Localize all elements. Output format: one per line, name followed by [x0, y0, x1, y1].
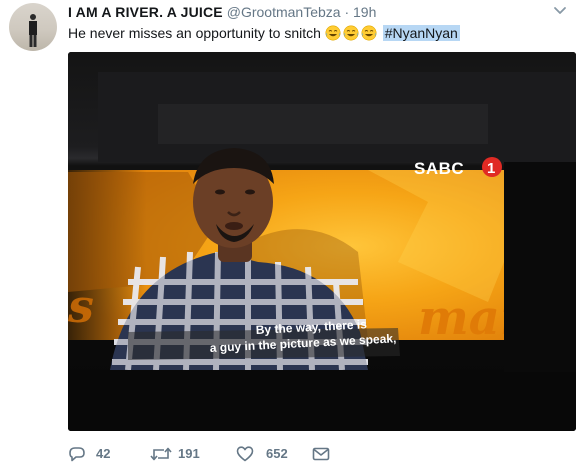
heart-icon	[236, 446, 254, 462]
svg-text:s: s	[68, 279, 94, 333]
tweet-photo[interactable]: s man SABC 1 By the way, there is a guy …	[68, 52, 576, 431]
chevron-down-icon[interactable]	[553, 6, 567, 16]
like-count: 652	[266, 446, 288, 461]
laughing-tears-emoji-icon	[361, 25, 377, 41]
header-separator: ·	[344, 4, 350, 20]
tweet-header: I AM A RIVER. A JUICE @GrootmanTebza · 1…	[68, 2, 376, 22]
avatar-person-figure	[29, 14, 37, 47]
retweet-count: 191	[178, 446, 200, 461]
author-handle[interactable]: @GrootmanTebza	[227, 4, 341, 20]
reply-count: 42	[96, 446, 111, 461]
tweet-timestamp[interactable]: 19h	[353, 4, 376, 20]
tweet-card: I AM A RIVER. A JUICE @GrootmanTebza · 1…	[0, 0, 580, 474]
avatar[interactable]	[9, 3, 57, 51]
channel-logo-text: SABC	[414, 159, 464, 178]
envelope-icon	[312, 447, 330, 461]
laughing-tears-emoji-icon	[325, 25, 341, 41]
tweet-text: He never misses an opportunity to snitch	[68, 23, 460, 43]
author-name[interactable]: I AM A RIVER. A JUICE	[68, 4, 223, 20]
hashtag-link[interactable]: #NyanNyan	[382, 25, 460, 41]
reply-icon	[69, 447, 85, 462]
tweet-body: He never misses an opportunity to snitch	[68, 25, 321, 41]
tv-screen-photo: s man SABC 1 By the way, there is a guy …	[68, 52, 576, 431]
channel-logo: SABC 1	[414, 157, 502, 178]
retweet-icon	[150, 447, 172, 461]
emoji-group	[325, 25, 383, 41]
laughing-tears-emoji-icon	[343, 25, 359, 41]
channel-logo-number: 1	[487, 160, 495, 177]
